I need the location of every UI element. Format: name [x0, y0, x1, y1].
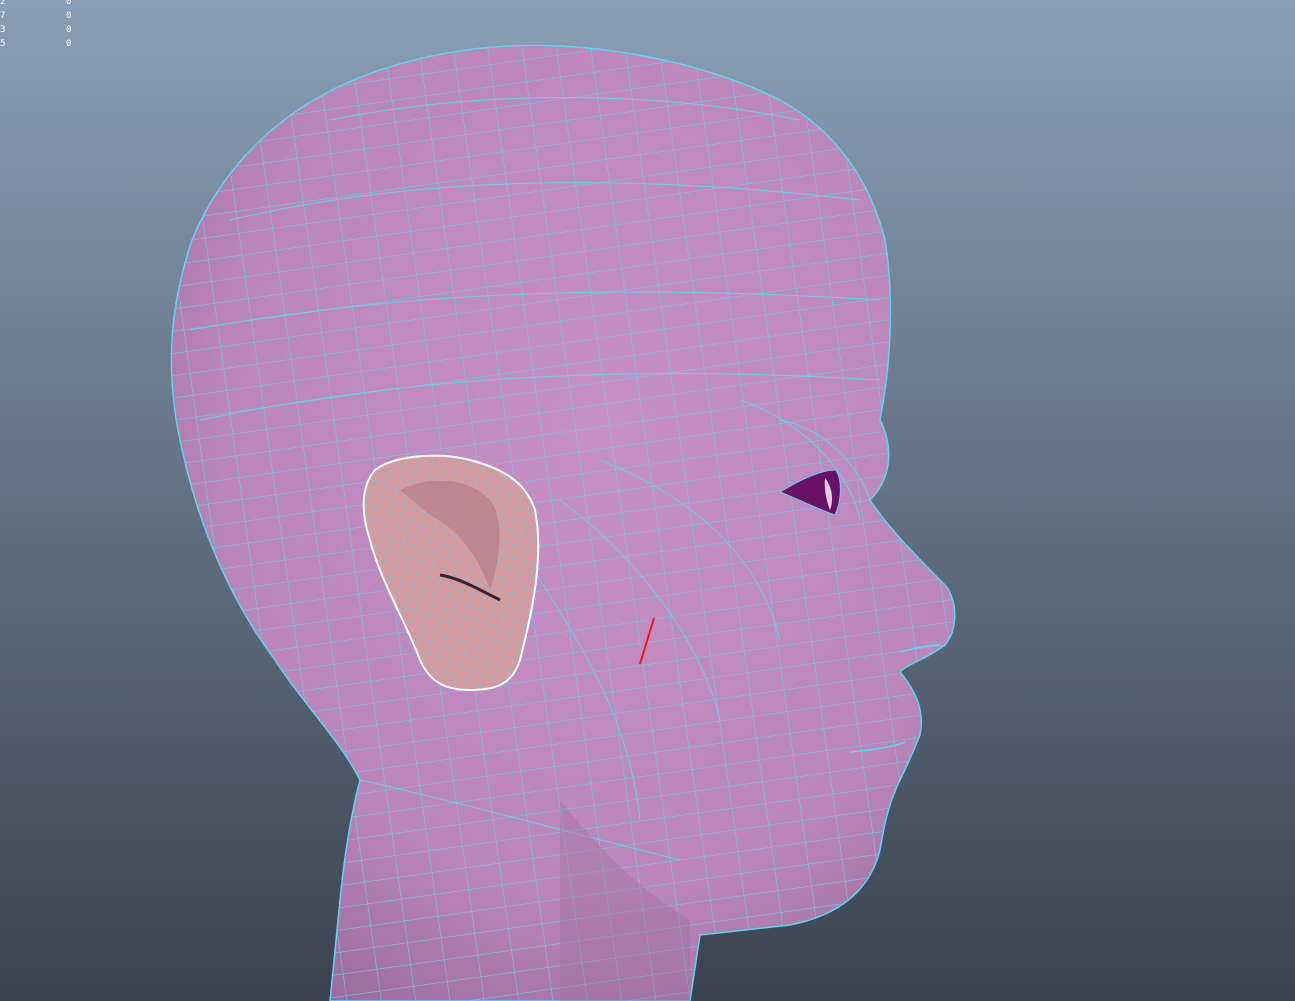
3d-viewport[interactable]: 2 0 7 0 3 0 5 0 [0, 0, 1295, 1001]
hud-row-label: 5 [0, 39, 6, 49]
heads-up-display: 2 0 7 0 3 0 5 0 [0, 0, 90, 54]
head-mesh[interactable] [0, 0, 1295, 1001]
hud-row: 5 0 [0, 34, 90, 54]
head-mesh-scene[interactable] [0, 0, 1295, 1001]
hud-row-value: 0 [66, 39, 72, 49]
